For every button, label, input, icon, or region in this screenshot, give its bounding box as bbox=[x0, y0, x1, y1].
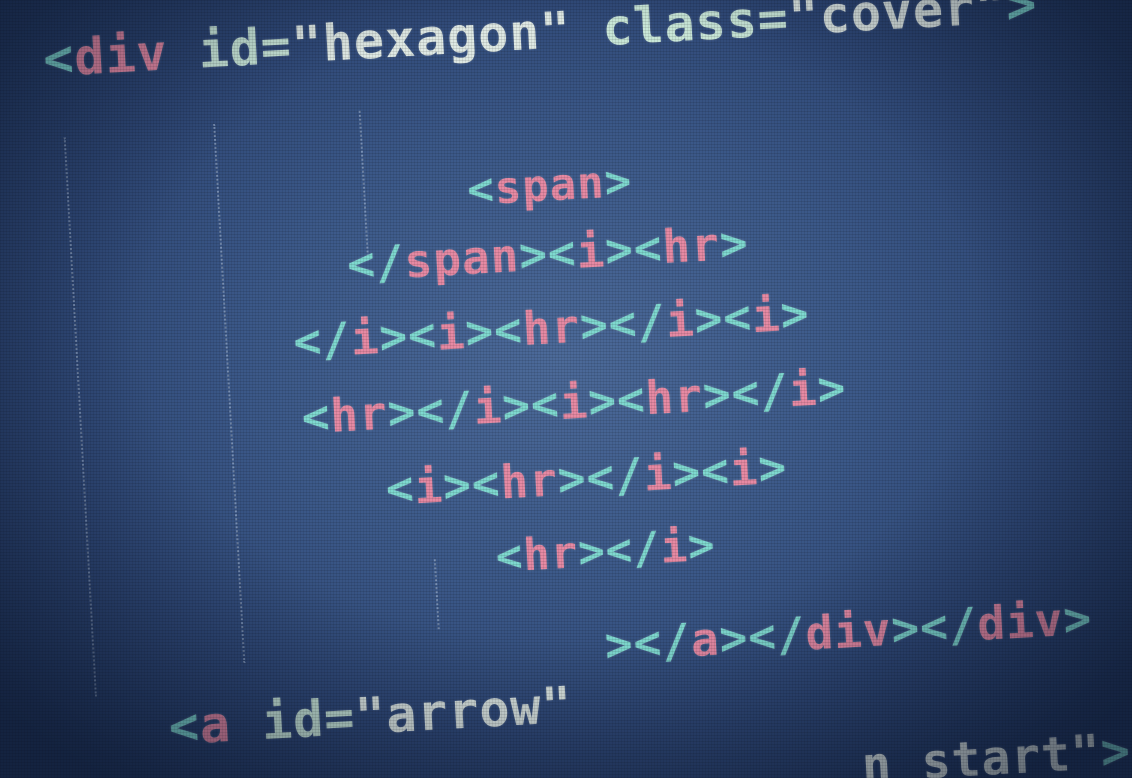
tag-name: div bbox=[803, 601, 893, 661]
tag-name: i bbox=[750, 287, 783, 344]
punct: >< bbox=[517, 224, 578, 283]
punct: ></ bbox=[556, 447, 646, 507]
punct: >< bbox=[693, 289, 754, 347]
punct: < bbox=[494, 530, 525, 583]
punct: < bbox=[384, 460, 416, 516]
punct: ></ bbox=[578, 294, 668, 353]
tag-name: i bbox=[472, 379, 504, 435]
tag-name: i bbox=[412, 458, 445, 515]
punct: >< bbox=[463, 302, 525, 360]
punct: ></ bbox=[386, 380, 476, 440]
punct: ></ bbox=[603, 613, 693, 672]
tag-name: span bbox=[403, 228, 521, 289]
tag-name: i bbox=[642, 445, 674, 502]
punct: </ bbox=[291, 311, 353, 369]
punct: ></ bbox=[889, 597, 979, 656]
code-line-close-divs: ></a></div></div> bbox=[603, 591, 1093, 672]
tag-name: i bbox=[659, 521, 690, 574]
code-line-span-close: </span><i><hr> bbox=[346, 215, 750, 291]
punct: >< bbox=[500, 376, 562, 434]
code-line-7: <hr></i> bbox=[494, 520, 716, 583]
attr-name: class bbox=[569, 0, 760, 59]
punct: > bbox=[815, 360, 848, 416]
tag-name: hr bbox=[498, 452, 560, 510]
equals-sign: = bbox=[259, 16, 294, 77]
tag-name: i bbox=[664, 292, 697, 348]
angle-bracket: < bbox=[41, 28, 76, 89]
punct: >< bbox=[586, 371, 648, 429]
punct: ></ bbox=[717, 606, 807, 666]
punct: > bbox=[756, 439, 789, 496]
attr-name: id bbox=[165, 18, 263, 82]
punct: </ bbox=[345, 234, 407, 292]
attr-name: id bbox=[229, 689, 326, 753]
tag-name: div bbox=[975, 592, 1065, 652]
indent-guide bbox=[63, 137, 97, 697]
punct: ></ bbox=[701, 363, 791, 423]
punct: > bbox=[686, 519, 717, 573]
punct: < bbox=[167, 696, 202, 757]
punct: < bbox=[300, 388, 332, 445]
code-line-partial: n start"> bbox=[860, 723, 1132, 778]
tag-name: hr bbox=[328, 385, 390, 443]
angle-bracket: < bbox=[465, 163, 497, 216]
tag-name: hr bbox=[660, 216, 722, 275]
indent-guide bbox=[213, 123, 246, 664]
punct: > bbox=[1061, 590, 1094, 647]
attr-value: "hexagon" bbox=[290, 0, 573, 75]
angle-bracket: > bbox=[1004, 0, 1039, 35]
tag-name: span bbox=[493, 157, 606, 215]
angle-bracket: > bbox=[1099, 722, 1132, 778]
tag-name: i bbox=[574, 223, 607, 279]
angle-bracket: > bbox=[603, 155, 634, 209]
tag-name: i bbox=[349, 310, 381, 366]
code-line-a-arrow: <a id="arrow" bbox=[167, 676, 574, 756]
tag-name: hr bbox=[521, 298, 582, 356]
indent-guide bbox=[433, 559, 440, 630]
punct: > bbox=[718, 215, 750, 271]
punct: ></ bbox=[576, 522, 662, 579]
punct: >< bbox=[441, 455, 502, 513]
tag-name: hr bbox=[644, 368, 705, 426]
code-line-6: <i><hr></i><i> bbox=[384, 440, 788, 516]
code-line-4: </i><i><hr></i><i> bbox=[292, 286, 811, 369]
equals-sign: = bbox=[322, 688, 357, 748]
code-line-div-hexagon: <div id="hexagon" class="cover"> bbox=[42, 0, 1039, 88]
attr-value: "cover" bbox=[787, 0, 1008, 47]
attr-value: n start" bbox=[860, 724, 1103, 778]
tag-name: i bbox=[558, 374, 590, 431]
monitor-screen: <div id="hexagon" class="cover"> <span> … bbox=[0, 0, 1132, 778]
tag-name: i bbox=[435, 305, 467, 361]
code-line-5: <hr></i><i><hr></i> bbox=[300, 360, 847, 444]
tag-name: a bbox=[689, 611, 721, 668]
equals-sign: = bbox=[755, 0, 791, 49]
attr-value: "arrow" bbox=[353, 675, 575, 746]
code-editor: <div id="hexagon" class="cover"> <span> … bbox=[0, 0, 1132, 778]
punct: > bbox=[779, 286, 811, 342]
code-line-span-open: <span> bbox=[466, 156, 634, 216]
tag-name: i bbox=[728, 441, 760, 497]
punct: >< bbox=[377, 306, 439, 364]
punct: >< bbox=[603, 220, 664, 278]
tag-name: a bbox=[198, 694, 233, 755]
punct: >< bbox=[670, 442, 732, 500]
tag-name: hr bbox=[521, 527, 580, 582]
tag-name: div bbox=[72, 23, 170, 87]
tag-name: i bbox=[787, 361, 819, 418]
